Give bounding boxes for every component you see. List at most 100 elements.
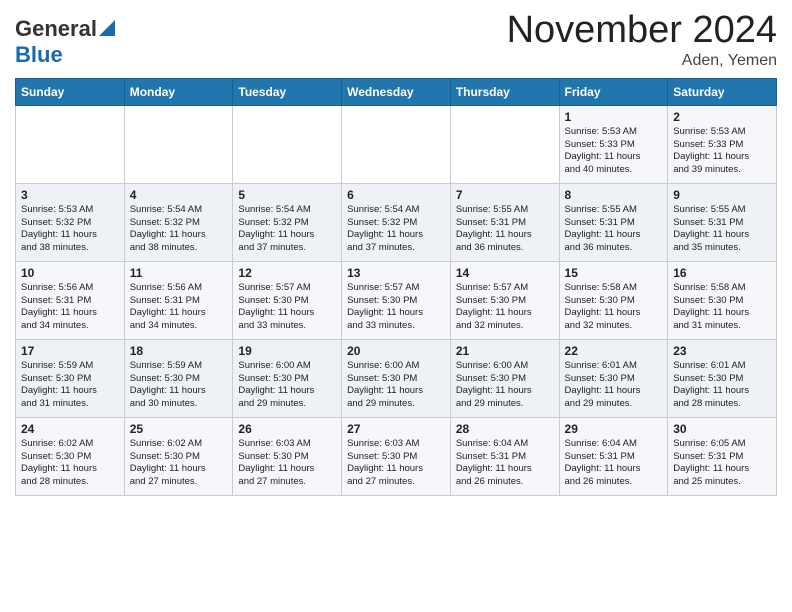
day-number: 16 <box>673 266 771 280</box>
day-info: Sunrise: 6:02 AM Sunset: 5:30 PM Dayligh… <box>130 438 228 489</box>
day-cell-14: 14 Sunrise: 5:57 AM Sunset: 5:30 PM Dayli… <box>450 261 559 339</box>
day-cell-9: 9 Sunrise: 5:55 AM Sunset: 5:31 PM Daylig… <box>668 183 777 261</box>
day-info: Sunrise: 6:03 AM Sunset: 5:30 PM Dayligh… <box>347 438 445 489</box>
day-number: 29 <box>565 422 663 436</box>
day-cell-15: 15 Sunrise: 5:58 AM Sunset: 5:30 PM Dayli… <box>559 261 668 339</box>
day-info: Sunrise: 6:00 AM Sunset: 5:30 PM Dayligh… <box>238 360 336 411</box>
logo-triangle-icon <box>99 20 115 41</box>
day-number: 24 <box>21 422 119 436</box>
empty-cell <box>450 105 559 183</box>
day-info: Sunrise: 6:04 AM Sunset: 5:31 PM Dayligh… <box>565 438 663 489</box>
day-info: Sunrise: 5:58 AM Sunset: 5:30 PM Dayligh… <box>565 282 663 333</box>
day-number: 7 <box>456 188 554 202</box>
day-info: Sunrise: 6:01 AM Sunset: 5:30 PM Dayligh… <box>565 360 663 411</box>
day-number: 14 <box>456 266 554 280</box>
header: General Blue November 2024 Aden, Yemen <box>15 10 777 70</box>
day-number: 15 <box>565 266 663 280</box>
week-row-1: 1 Sunrise: 5:53 AM Sunset: 5:33 PM Daylig… <box>16 105 777 183</box>
day-info: Sunrise: 5:57 AM Sunset: 5:30 PM Dayligh… <box>347 282 445 333</box>
month-title: November 2024 <box>507 10 777 52</box>
day-info: Sunrise: 6:04 AM Sunset: 5:31 PM Dayligh… <box>456 438 554 489</box>
day-number: 10 <box>21 266 119 280</box>
day-info: Sunrise: 6:05 AM Sunset: 5:31 PM Dayligh… <box>673 438 771 489</box>
day-cell-4: 4Sunrise: 5:54 AM Sunset: 5:32 PM Daylig… <box>124 183 233 261</box>
day-info: Sunrise: 6:02 AM Sunset: 5:30 PM Dayligh… <box>21 438 119 489</box>
day-number: 22 <box>565 344 663 358</box>
day-info: Sunrise: 5:59 AM Sunset: 5:30 PM Dayligh… <box>130 360 228 411</box>
day-info: Sunrise: 5:59 AM Sunset: 5:30 PM Dayligh… <box>21 360 119 411</box>
day-info: Sunrise: 5:55 AM Sunset: 5:31 PM Dayligh… <box>565 204 663 255</box>
day-number: 1 <box>565 110 663 124</box>
day-number: 17 <box>21 344 119 358</box>
day-number: 27 <box>347 422 445 436</box>
weekday-header-friday: Friday <box>559 78 668 105</box>
empty-cell <box>16 105 125 183</box>
day-number: 12 <box>238 266 336 280</box>
day-cell-23: 23 Sunrise: 6:01 AM Sunset: 5:30 PM Dayli… <box>668 339 777 417</box>
day-cell-19: 19 Sunrise: 6:00 AM Sunset: 5:30 PM Dayli… <box>233 339 342 417</box>
day-info: Sunrise: 5:55 AM Sunset: 5:31 PM Dayligh… <box>673 204 771 255</box>
day-number: 20 <box>347 344 445 358</box>
empty-cell <box>233 105 342 183</box>
day-cell-24: 24 Sunrise: 6:02 AM Sunset: 5:30 PM Dayli… <box>16 417 125 495</box>
day-number: 6 <box>347 188 445 202</box>
day-info: Sunrise: 6:00 AM Sunset: 5:30 PM Dayligh… <box>347 360 445 411</box>
location: Aden, Yemen <box>507 52 777 70</box>
day-number: 8 <box>565 188 663 202</box>
day-cell-30: 30Sunrise: 6:05 AM Sunset: 5:31 PM Dayli… <box>668 417 777 495</box>
week-row-4: 17 Sunrise: 5:59 AM Sunset: 5:30 PM Dayli… <box>16 339 777 417</box>
day-number: 5 <box>238 188 336 202</box>
empty-cell <box>124 105 233 183</box>
day-info: Sunrise: 5:53 AM Sunset: 5:33 PM Dayligh… <box>565 126 663 177</box>
day-number: 9 <box>673 188 771 202</box>
day-number: 23 <box>673 344 771 358</box>
weekday-header-wednesday: Wednesday <box>342 78 451 105</box>
day-number: 3 <box>21 188 119 202</box>
day-cell-21: 21Sunrise: 6:00 AM Sunset: 5:30 PM Dayli… <box>450 339 559 417</box>
logo: General Blue <box>15 16 115 68</box>
week-row-5: 24 Sunrise: 6:02 AM Sunset: 5:30 PM Dayli… <box>16 417 777 495</box>
page: General Blue November 2024 Aden, Yemen S… <box>0 0 792 511</box>
day-number: 21 <box>456 344 554 358</box>
week-row-2: 3 Sunrise: 5:53 AM Sunset: 5:32 PM Daylig… <box>16 183 777 261</box>
day-info: Sunrise: 5:53 AM Sunset: 5:32 PM Dayligh… <box>21 204 119 255</box>
day-cell-29: 29 Sunrise: 6:04 AM Sunset: 5:31 PM Dayli… <box>559 417 668 495</box>
day-cell-10: 10Sunrise: 5:56 AM Sunset: 5:31 PM Dayli… <box>16 261 125 339</box>
weekday-header-sunday: Sunday <box>16 78 125 105</box>
logo-general-text: General <box>15 16 97 42</box>
calendar-table: SundayMondayTuesdayWednesdayThursdayFrid… <box>15 78 777 496</box>
weekday-header-monday: Monday <box>124 78 233 105</box>
day-number: 19 <box>238 344 336 358</box>
weekday-header-tuesday: Tuesday <box>233 78 342 105</box>
day-number: 26 <box>238 422 336 436</box>
title-block: November 2024 Aden, Yemen <box>507 10 777 70</box>
week-row-3: 10 Sunrise: 5:56 AM Sunset: 5:31 PM Dayli… <box>16 261 777 339</box>
day-cell-28: 28Sunrise: 6:04 AM Sunset: 5:31 PM Dayli… <box>450 417 559 495</box>
weekday-header-row: SundayMondayTuesdayWednesdayThursdayFrid… <box>16 78 777 105</box>
day-cell-26: 26 Sunrise: 6:03 AM Sunset: 5:30 PM Dayli… <box>233 417 342 495</box>
empty-cell <box>342 105 451 183</box>
day-info: Sunrise: 5:54 AM Sunset: 5:32 PM Dayligh… <box>130 204 228 255</box>
day-info: Sunrise: 5:58 AM Sunset: 5:30 PM Dayligh… <box>673 282 771 333</box>
day-cell-1: 1 Sunrise: 5:53 AM Sunset: 5:33 PM Daylig… <box>559 105 668 183</box>
day-info: Sunrise: 5:57 AM Sunset: 5:30 PM Dayligh… <box>456 282 554 333</box>
day-info: Sunrise: 5:54 AM Sunset: 5:32 PM Dayligh… <box>238 204 336 255</box>
day-cell-13: 13 Sunrise: 5:57 AM Sunset: 5:30 PM Dayli… <box>342 261 451 339</box>
day-cell-6: 6 Sunrise: 5:54 AM Sunset: 5:32 PM Daylig… <box>342 183 451 261</box>
day-cell-12: 12 Sunrise: 5:57 AM Sunset: 5:30 PM Dayli… <box>233 261 342 339</box>
day-info: Sunrise: 5:57 AM Sunset: 5:30 PM Dayligh… <box>238 282 336 333</box>
day-info: Sunrise: 6:03 AM Sunset: 5:30 PM Dayligh… <box>238 438 336 489</box>
day-number: 11 <box>130 266 228 280</box>
day-number: 2 <box>673 110 771 124</box>
weekday-header-saturday: Saturday <box>668 78 777 105</box>
day-number: 13 <box>347 266 445 280</box>
day-cell-20: 20 Sunrise: 6:00 AM Sunset: 5:30 PM Dayli… <box>342 339 451 417</box>
day-cell-7: 7 Sunrise: 5:55 AM Sunset: 5:31 PM Daylig… <box>450 183 559 261</box>
day-cell-22: 22 Sunrise: 6:01 AM Sunset: 5:30 PM Dayli… <box>559 339 668 417</box>
day-number: 18 <box>130 344 228 358</box>
day-info: Sunrise: 5:56 AM Sunset: 5:31 PM Dayligh… <box>130 282 228 333</box>
day-info: Sunrise: 6:01 AM Sunset: 5:30 PM Dayligh… <box>673 360 771 411</box>
day-info: Sunrise: 5:55 AM Sunset: 5:31 PM Dayligh… <box>456 204 554 255</box>
day-cell-16: 16 Sunrise: 5:58 AM Sunset: 5:30 PM Dayli… <box>668 261 777 339</box>
day-info: Sunrise: 5:54 AM Sunset: 5:32 PM Dayligh… <box>347 204 445 255</box>
